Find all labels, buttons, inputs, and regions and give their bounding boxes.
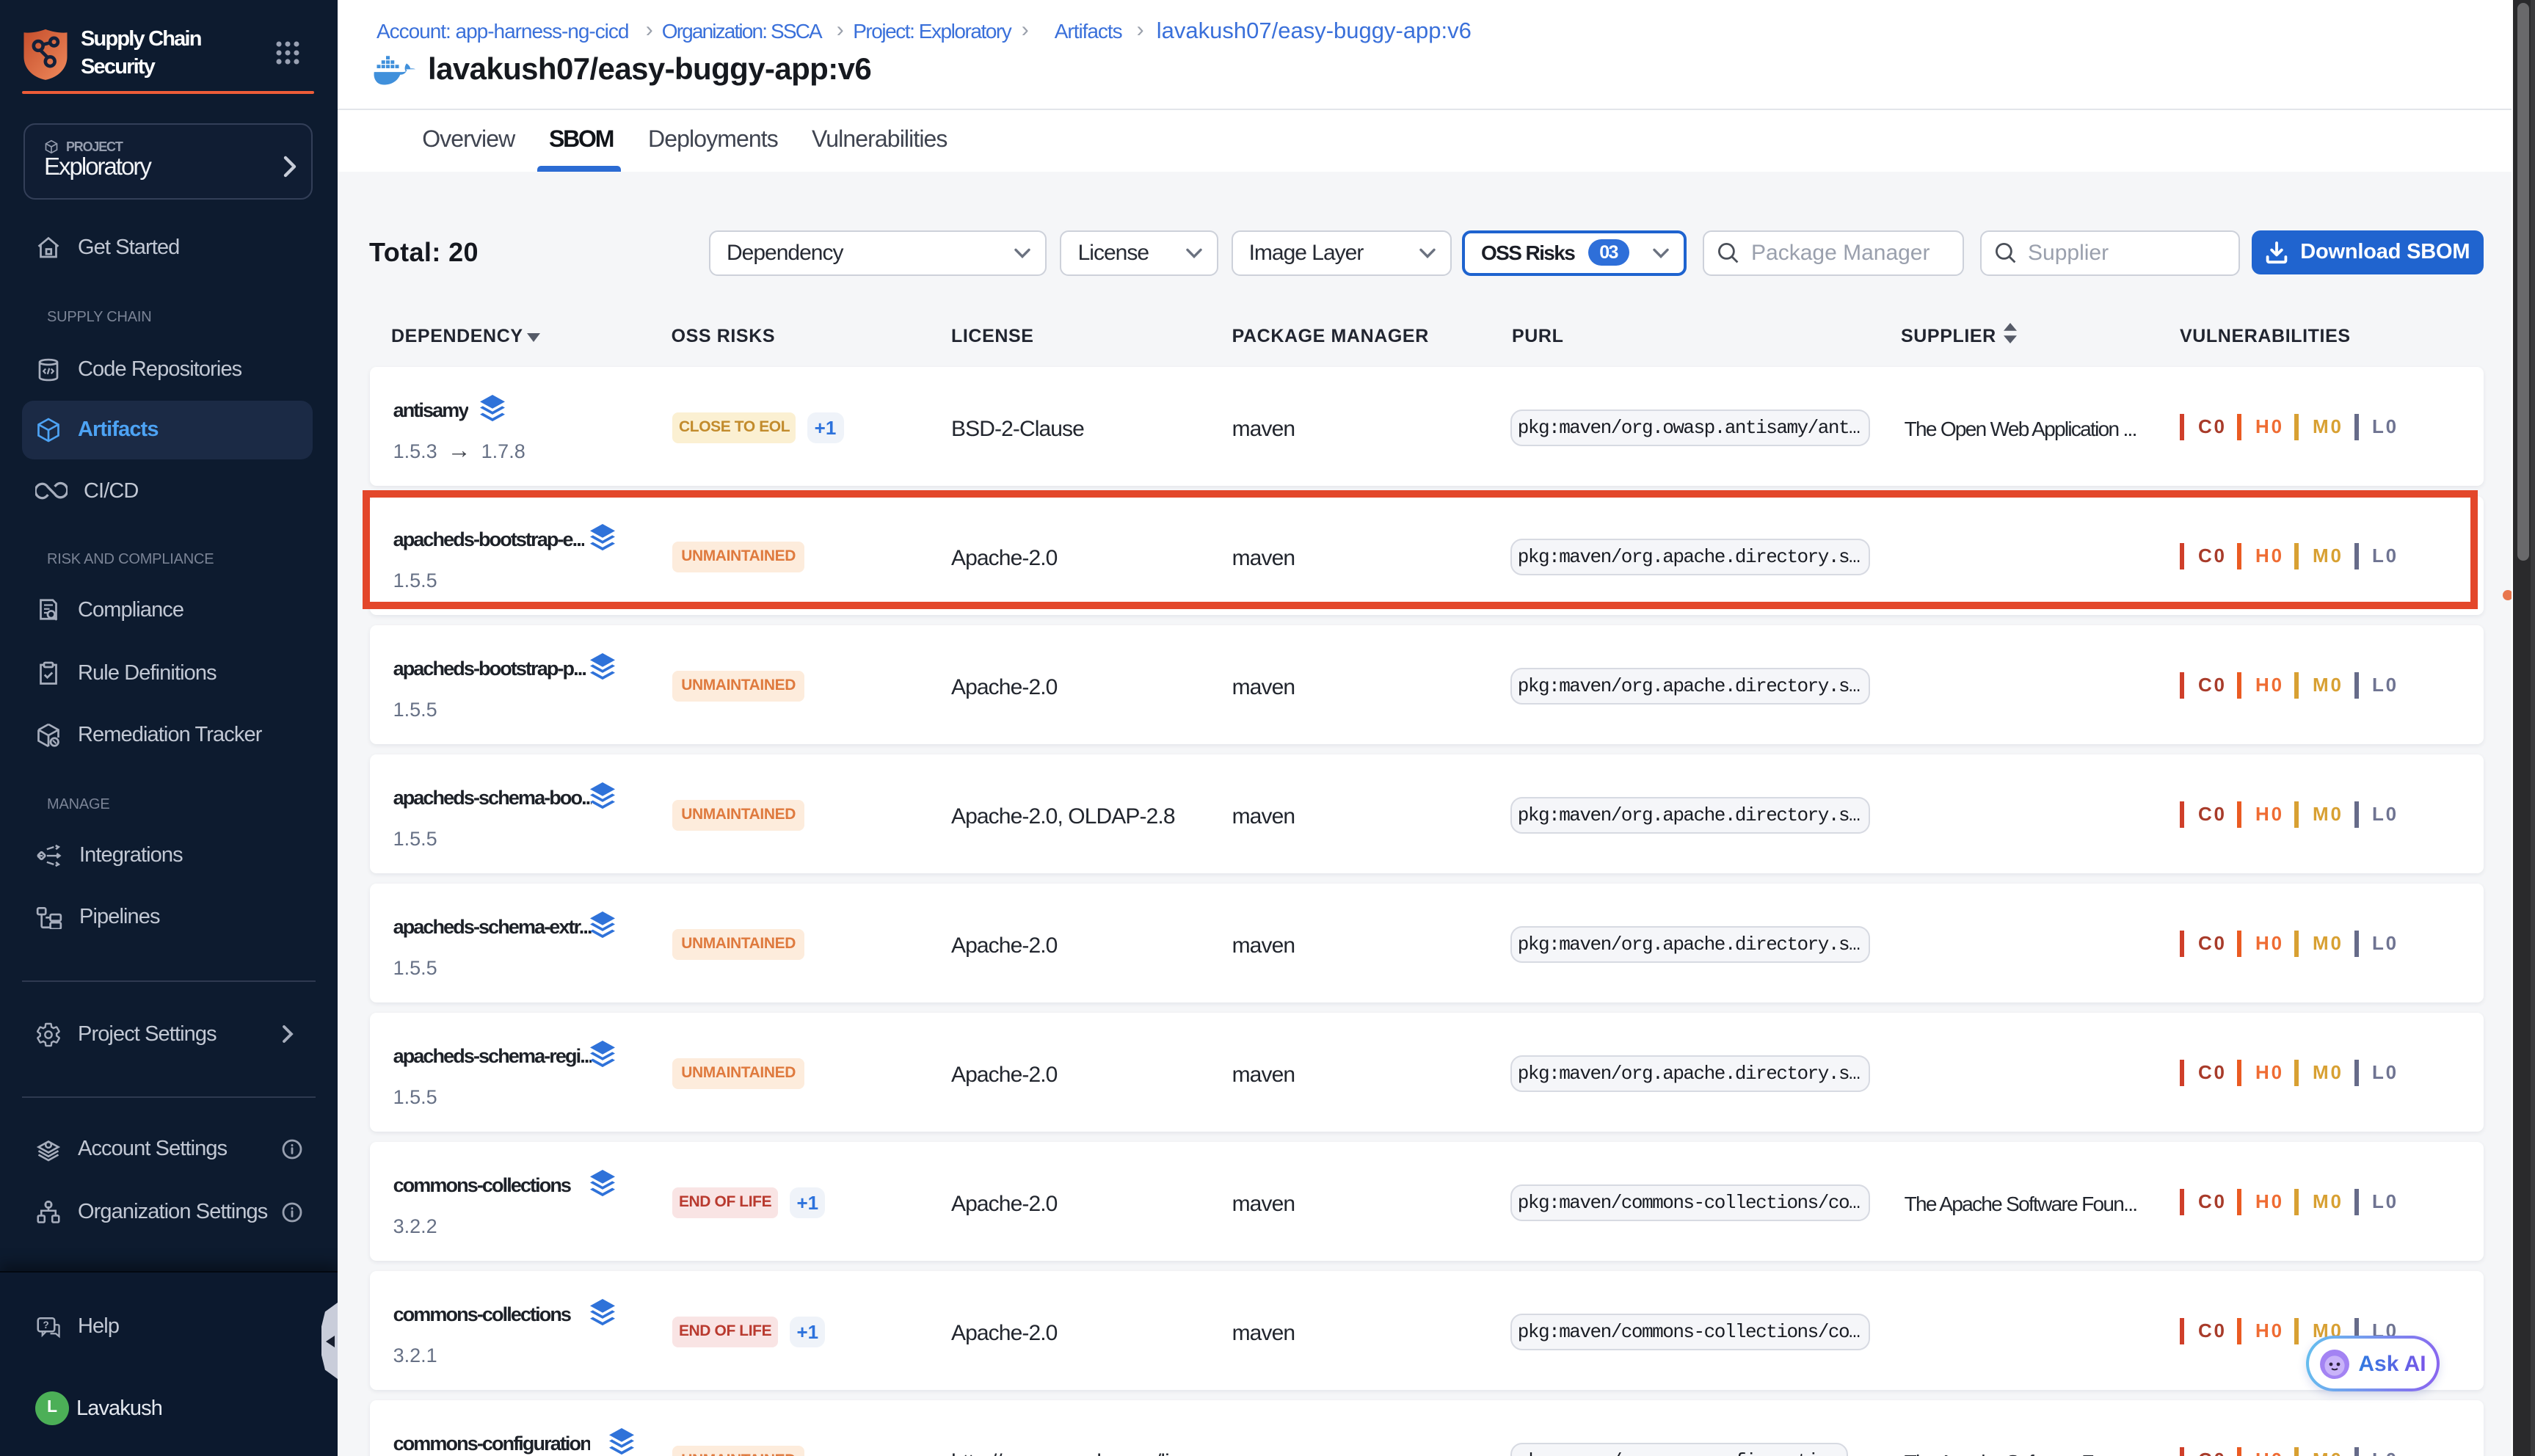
svg-text:?: ? <box>43 1319 49 1330</box>
